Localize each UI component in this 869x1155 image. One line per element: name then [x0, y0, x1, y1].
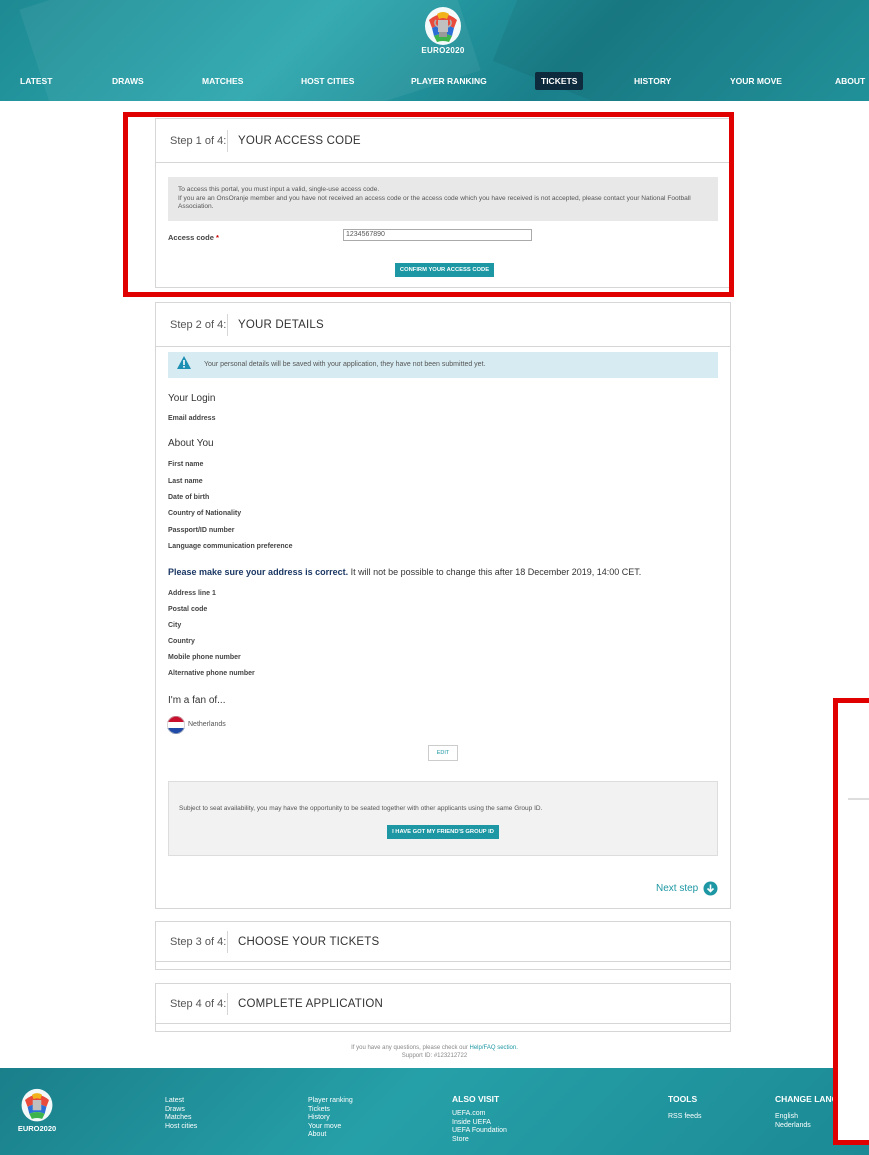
fan-section-title: I'm a fan of... — [168, 695, 226, 706]
logo-text: EURO2020 — [421, 46, 465, 55]
netherlands-flag-icon — [167, 716, 185, 734]
group-id-text: Subject to seat availability, you may ha… — [179, 805, 543, 812]
nav-tickets[interactable]: TICKETS — [535, 72, 584, 90]
address-line1-label: Address line 1 — [168, 590, 216, 597]
save-notice-text: Your personal details will be saved with… — [204, 361, 486, 368]
arrow-down-circle-icon[interactable] — [703, 881, 718, 896]
step3-number: Step 3 of 4: — [156, 930, 228, 953]
language-nederlands[interactable]: Nederlands — [775, 1122, 811, 1131]
footer-link[interactable]: Store — [452, 1136, 507, 1145]
nav-history[interactable]: HISTORY — [634, 72, 671, 90]
also-visit-links: UEFA.com Inside UEFA UEFA Foundation Sto… — [452, 1110, 507, 1144]
warning-icon — [177, 356, 191, 369]
footer-link[interactable]: Draws — [165, 1106, 197, 1115]
mobile-label: Mobile phone number — [168, 654, 241, 661]
address-warning: Please make sure your address is correct… — [168, 567, 642, 577]
footer-link[interactable]: Host cities — [165, 1123, 197, 1132]
footer-link[interactable]: Latest — [165, 1097, 197, 1106]
step4-header[interactable]: Step 4 of 4: COMPLETE APPLICATION — [156, 984, 730, 1024]
trophy-icon — [21, 1088, 53, 1122]
footer-link[interactable]: Tickets — [308, 1106, 353, 1115]
step3-panel: Step 3 of 4: CHOOSE YOUR TICKETS — [155, 921, 731, 970]
nav-your-move[interactable]: YOUR MOVE — [730, 72, 782, 90]
help-text: If you have any questions, please check … — [351, 1045, 518, 1051]
email-label: Email address — [168, 415, 216, 422]
change-language-title: CHANGE LANG — [775, 1094, 839, 1104]
nav-latest[interactable]: LATEST — [20, 72, 52, 90]
alt-phone-label: Alternative phone number — [168, 670, 255, 677]
nav-player-ranking[interactable]: PLAYER RANKING — [411, 72, 487, 90]
footer-link[interactable]: UEFA.com — [452, 1110, 507, 1119]
step2-number: Step 2 of 4: — [156, 313, 228, 336]
nav-matches[interactable]: MATCHES — [202, 72, 243, 90]
trophy-icon — [425, 7, 461, 45]
city-label: City — [168, 622, 182, 629]
footer-link[interactable]: Matches — [165, 1114, 197, 1123]
fan-country: Netherlands — [188, 721, 226, 728]
step2-panel: Step 2 of 4: YOUR DETAILS Your personal … — [155, 302, 731, 909]
site-header: EURO2020 LATEST DRAWS MATCHES HOST CITIE… — [0, 0, 869, 101]
footer-link[interactable]: About — [308, 1131, 353, 1140]
step3-title: CHOOSE YOUR TICKETS — [238, 935, 380, 948]
highlight-frame-step1 — [123, 112, 734, 297]
euro2020-logo[interactable]: EURO2020 — [419, 6, 467, 62]
passport-label: Passport/ID number — [168, 527, 235, 534]
language-links: English Nederlands — [775, 1113, 811, 1130]
tools-links: RSS feeds — [668, 1113, 701, 1122]
step2-header[interactable]: Step 2 of 4: YOUR DETAILS — [156, 303, 730, 347]
footer-links-col2: Player ranking Tickets History Your move… — [308, 1097, 353, 1140]
nav-about[interactable]: ABOUT — [835, 72, 865, 90]
footer-link[interactable]: Inside UEFA — [452, 1119, 507, 1128]
save-notice: Your personal details will be saved with… — [168, 352, 718, 378]
last-name-label: Last name — [168, 478, 203, 485]
about-section-title: About You — [168, 438, 214, 449]
rss-feeds-link[interactable]: RSS feeds — [668, 1113, 701, 1122]
footer-logo[interactable]: EURO2020 — [12, 1088, 62, 1133]
footer-links-col1: Latest Draws Matches Host cities — [165, 1097, 197, 1131]
step4-title: COMPLETE APPLICATION — [238, 997, 384, 1010]
step4-panel: Step 4 of 4: COMPLETE APPLICATION — [155, 983, 731, 1032]
step3-header[interactable]: Step 3 of 4: CHOOSE YOUR TICKETS — [156, 922, 730, 962]
footer-logo-text: EURO2020 — [17, 1124, 57, 1133]
group-id-box: Subject to seat availability, you may ha… — [168, 781, 718, 856]
country-label: Country — [168, 638, 195, 645]
help-faq-link[interactable]: Help/FAQ section. — [470, 1045, 518, 1051]
nav-draws[interactable]: DRAWS — [112, 72, 144, 90]
nationality-label: Country of Nationality — [168, 510, 242, 517]
main-nav: LATEST DRAWS MATCHES HOST CITIES PLAYER … — [0, 72, 869, 90]
login-section-title: Your Login — [168, 393, 216, 404]
group-id-button[interactable]: I HAVE GOT MY FRIEND'S GROUP ID — [387, 825, 499, 839]
step4-number: Step 4 of 4: — [156, 992, 228, 1015]
postal-code-label: Postal code — [168, 606, 208, 613]
footer-link[interactable]: History — [308, 1114, 353, 1123]
language-label: Language communication preference — [168, 543, 293, 550]
first-name-label: First name — [168, 461, 204, 468]
nav-host-cities[interactable]: HOST CITIES — [301, 72, 354, 90]
edit-button[interactable]: EDIT — [428, 745, 458, 761]
footer-link[interactable]: Player ranking — [308, 1097, 353, 1106]
tools-title: TOOLS — [668, 1094, 698, 1104]
site-footer: EURO2020 Latest Draws Matches Host citie… — [0, 1068, 869, 1155]
next-step-link[interactable]: Next step — [656, 883, 698, 894]
step2-title: YOUR DETAILS — [238, 318, 324, 331]
footer-link[interactable]: UEFA Foundation — [452, 1127, 507, 1136]
support-id: Support ID: #123212722 — [401, 1053, 468, 1059]
also-visit-title: ALSO VISIT — [452, 1094, 500, 1104]
highlight-frame-right — [833, 698, 869, 1145]
language-english[interactable]: English — [775, 1113, 811, 1122]
dob-label: Date of birth — [168, 494, 210, 501]
footer-link[interactable]: Your move — [308, 1123, 353, 1132]
